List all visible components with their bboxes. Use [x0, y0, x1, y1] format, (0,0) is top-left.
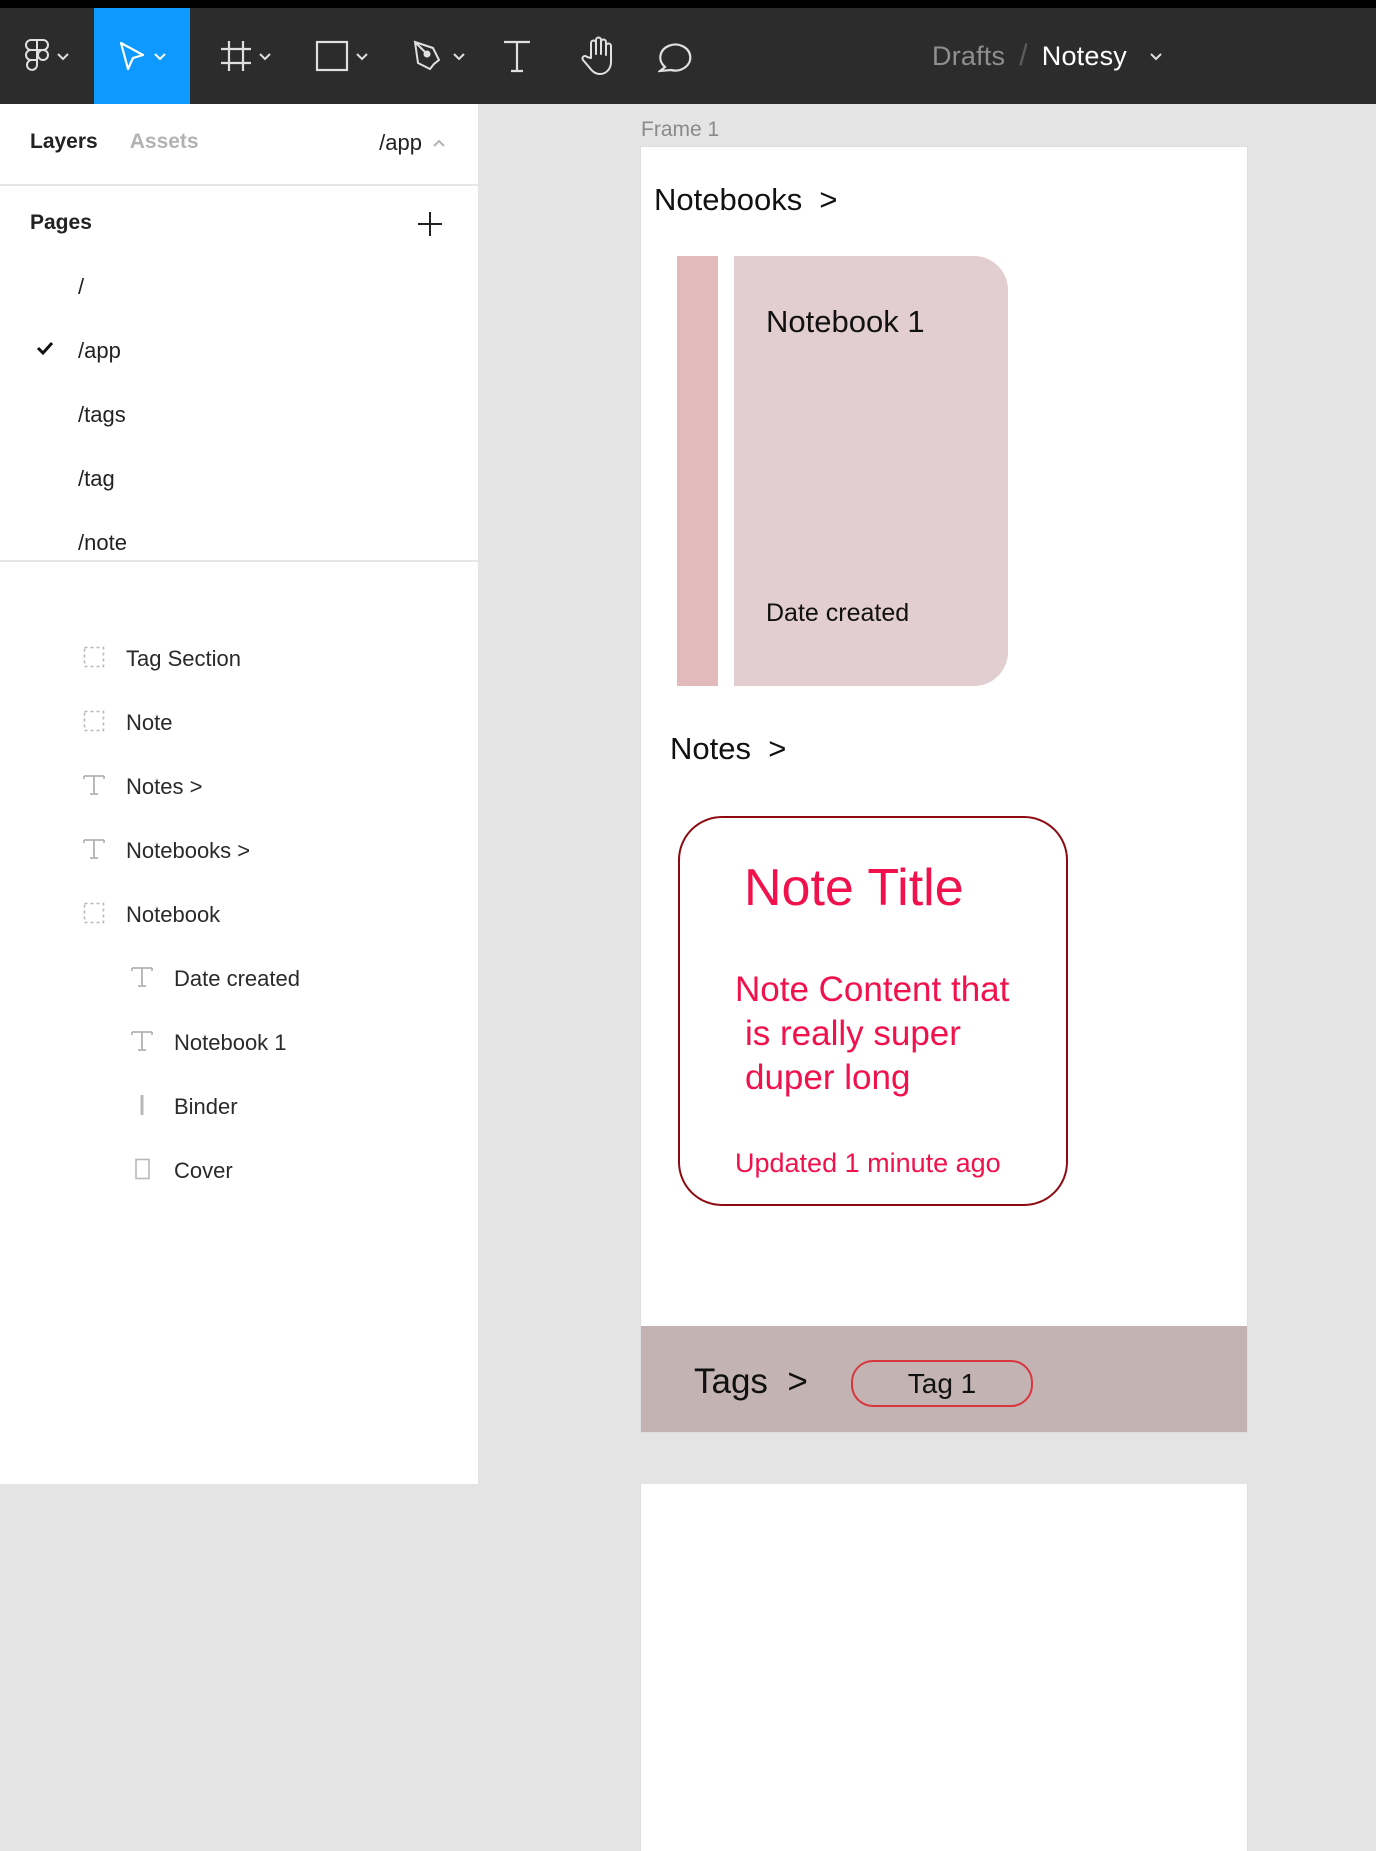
layer-label: Tag Section [126, 646, 241, 671]
file-name[interactable]: Notesy [1042, 41, 1127, 72]
layer-label: Binder [174, 1094, 238, 1119]
text-t-icon [129, 1028, 155, 1054]
text-t-icon [81, 836, 107, 862]
page-item[interactable]: /note [0, 516, 478, 560]
move-tool-button[interactable] [94, 8, 190, 104]
frame-tool-button[interactable] [208, 8, 284, 104]
layer-label: Notes > [126, 774, 203, 799]
note-title[interactable]: Note Title [744, 858, 964, 918]
text-tool-button[interactable] [494, 8, 540, 104]
page-item-label: /app [78, 338, 121, 363]
notebooks-heading[interactable]: Notebooks > [654, 182, 838, 218]
left-sidebar: Layers Assets /app Pages / /app /tags /t… [0, 104, 1247, 1851]
chevron-down-icon [154, 53, 166, 61]
layer-label: Notebook 1 [174, 1030, 287, 1055]
line-icon [129, 1092, 155, 1118]
chevron-down-icon [356, 53, 368, 61]
window-top-edge [0, 0, 1376, 8]
chevron-down-icon [57, 53, 69, 61]
note-updated-time[interactable]: Updated 1 minute ago [735, 1148, 1001, 1179]
page-switcher[interactable]: /app [379, 130, 446, 156]
layer-item[interactable]: Binder [0, 1078, 478, 1134]
chevron-down-icon [453, 53, 465, 61]
note-content-line: Note Content that [735, 970, 1010, 1009]
comment-tool-button[interactable] [654, 8, 700, 104]
sidebar-tabs: Layers Assets [30, 130, 199, 154]
notes-heading[interactable]: Notes > [670, 731, 786, 767]
text-t-icon [504, 40, 530, 73]
chevron-down-icon[interactable] [1149, 51, 1163, 61]
notebook-date-created[interactable]: Date created [766, 599, 909, 628]
layer-item[interactable]: Notebooks > [0, 822, 478, 878]
pen-nib-icon [413, 40, 441, 71]
layer-item[interactable]: Tag Section [0, 630, 478, 686]
layer-item[interactable]: Notebook 1 [0, 1014, 478, 1070]
cursor-arrow-icon [119, 41, 145, 71]
layer-label: Note [126, 710, 173, 735]
hand-icon [581, 36, 612, 75]
notebook-binder[interactable] [677, 256, 718, 686]
pen-tool-button[interactable] [400, 8, 478, 104]
tab-layers[interactable]: Layers [30, 130, 98, 154]
breadcrumb-drafts-link[interactable]: Drafts [932, 41, 1005, 72]
layer-item[interactable]: Note [0, 694, 478, 750]
pages-layers-divider[interactable] [0, 560, 478, 562]
note-content-line: is really super [745, 1014, 961, 1053]
tag-chip[interactable]: Tag 1 [851, 1360, 1033, 1407]
breadcrumb: Drafts / Notesy [932, 8, 1163, 104]
note-content-line: duper long [745, 1058, 911, 1097]
figma-logo-icon [25, 39, 49, 71]
frame-hash-icon [221, 41, 251, 71]
add-page-plus-icon[interactable] [416, 210, 444, 238]
sidebar-divider [0, 184, 478, 186]
page-item[interactable]: /tag [0, 452, 478, 508]
text-t-icon [81, 772, 107, 798]
page-item[interactable]: /tags [0, 388, 478, 444]
layer-label: Date created [174, 966, 300, 991]
notebook-title[interactable]: Notebook 1 [766, 304, 925, 340]
group-dashed-icon [81, 900, 107, 926]
checkmark-icon [36, 341, 54, 356]
group-dashed-icon [81, 708, 107, 734]
frame-label[interactable]: Frame 1 [641, 118, 719, 142]
tags-heading[interactable]: Tags > [694, 1362, 808, 1402]
page-item-label: /tags [78, 402, 126, 427]
page-item-label: / [78, 274, 85, 299]
breadcrumb-separator: / [1019, 39, 1028, 72]
page-item-label: /note [78, 530, 127, 555]
rectangle-icon [315, 40, 349, 72]
chevron-down-icon [259, 53, 271, 61]
group-dashed-icon [81, 644, 107, 670]
tab-assets[interactable]: Assets [130, 130, 199, 154]
layer-item[interactable]: Date created [0, 950, 478, 1006]
layer-item[interactable]: Cover [0, 1142, 478, 1198]
text-t-icon [129, 964, 155, 990]
shape-tool-button[interactable] [302, 8, 382, 104]
main-menu-button[interactable] [0, 8, 94, 104]
page-item-label: /tag [78, 466, 115, 491]
page-item-selected[interactable]: /app [0, 324, 478, 380]
layer-label: Notebooks > [126, 838, 251, 863]
layer-label: Cover [174, 1158, 233, 1183]
hand-tool-button[interactable] [572, 8, 622, 104]
page-item[interactable]: / [0, 260, 478, 316]
toolbar: Drafts / Notesy [0, 8, 1376, 104]
rectangle-icon [129, 1156, 155, 1182]
chevron-up-icon [433, 139, 445, 147]
speech-bubble-icon [658, 43, 692, 73]
pages-heading: Pages [30, 211, 92, 234]
layer-item[interactable]: Notes > [0, 758, 478, 814]
layer-item[interactable]: Notebook [0, 886, 478, 942]
layer-label: Notebook [126, 902, 221, 927]
note-content[interactable]: Note Content that is really super duper … [735, 968, 1065, 1100]
current-page-label: /app [379, 130, 422, 155]
